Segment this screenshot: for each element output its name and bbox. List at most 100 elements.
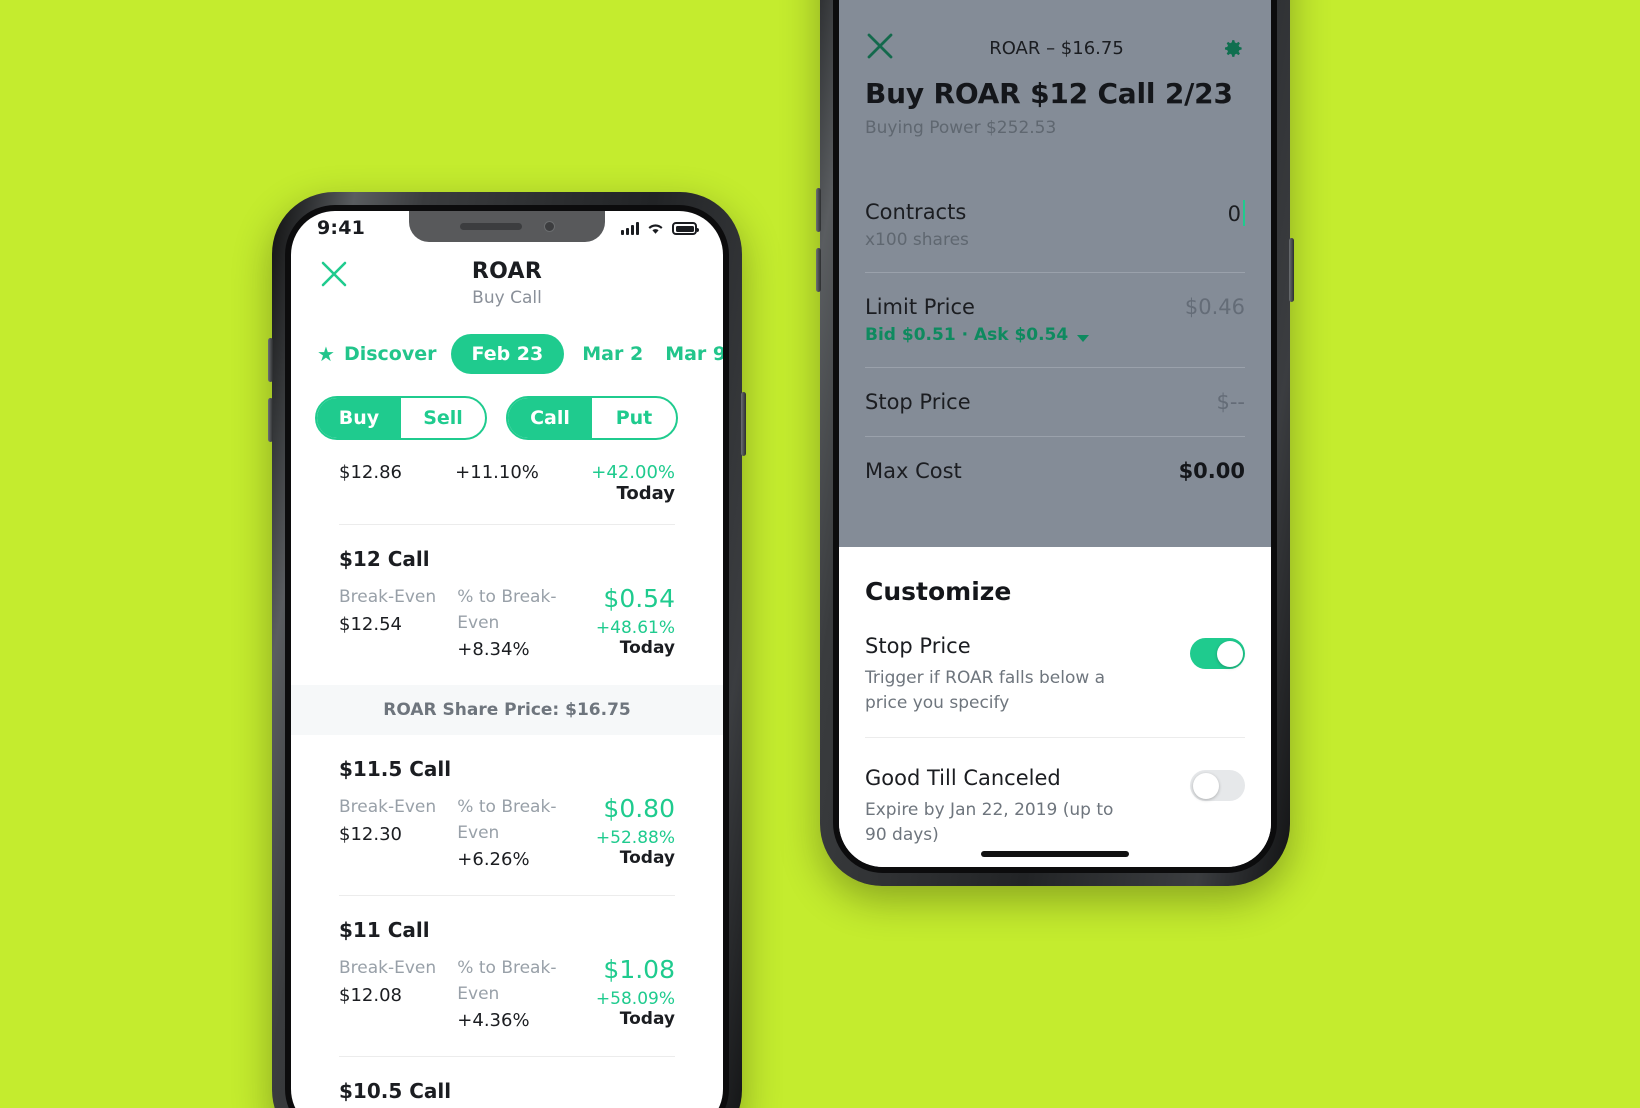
front-camera-icon [543, 221, 555, 232]
discover-tab[interactable]: ★ Discover [317, 343, 437, 365]
pct-to-break-even-label: % to Break-Even [457, 958, 557, 1004]
order-row-limit-price[interactable]: Limit Price Bid $0.51 · Ask $0.54 $0.46 [865, 273, 1245, 368]
date-tab-feb-23[interactable]: Feb 23 [450, 334, 565, 374]
option-today-pct: +48.61% [595, 617, 675, 638]
option-today: +58.09% Today [596, 989, 675, 1029]
break-even-value: $12.08 [339, 984, 402, 1006]
option-today-label: Today [619, 637, 675, 658]
pct-to-break-even-label: % to Break-Even [457, 587, 557, 633]
side-segmented-control: Buy Sell [315, 396, 487, 440]
right-phone: ROAR – $16.75 Buy ROAR $12 Call 2/23 Buy… [816, 0, 1294, 886]
gtc-toggle[interactable] [1190, 770, 1245, 802]
pct-to-break-even-value: +6.26% [457, 849, 530, 870]
option-today: +48.61% Today [596, 618, 675, 658]
option-row-11-5-call[interactable]: $11.5 Call Break-Even $12.30 % to Break-… [339, 735, 675, 896]
option-strike: $11 Call [339, 918, 430, 942]
page-title: ROAR [471, 259, 543, 284]
share-price-band: ROAR Share Price: $16.75 [291, 685, 723, 735]
volume-down-button[interactable] [816, 248, 821, 292]
bid-ask-label[interactable]: Bid $0.51 · Ask $0.54 [865, 325, 1090, 347]
limit-price-value[interactable]: $0.46 [1185, 295, 1245, 319]
expiration-date-tabs: ★ Discover Feb 23 Mar 2 Mar 9 [291, 308, 723, 374]
stop-price-value[interactable]: $-- [1216, 390, 1245, 414]
quote-today-pct: +42.00% [591, 462, 675, 483]
stop-price-toggle[interactable] [1190, 638, 1245, 669]
option-row-11-call[interactable]: $11 Call Break-Even $12.08 % to Break-Ev… [339, 896, 675, 1057]
wifi-icon [648, 224, 663, 234]
pct-to-break-even-value: +8.34% [457, 639, 530, 660]
right-top-bar: ROAR – $16.75 [839, 0, 1271, 77]
pct-to-break-even-label: % to Break-Even [457, 797, 557, 843]
contracts-label: Contracts [865, 200, 967, 224]
quote-price: $12.86 [339, 462, 402, 483]
cellular-bars-icon [621, 222, 639, 235]
earpiece-speaker [459, 223, 522, 230]
segment-put[interactable]: Put [592, 398, 676, 438]
contracts-value: 0 [1227, 202, 1241, 226]
customize-title: Customize [865, 577, 1012, 606]
option-today-pct: +52.88% [595, 827, 675, 848]
option-strike: $12 Call [339, 547, 430, 571]
customize-row-stop-price[interactable]: Stop Price Trigger if ROAR falls below a… [865, 606, 1245, 739]
right-screen: ROAR – $16.75 Buy ROAR $12 Call 2/23 Buy… [839, 0, 1271, 867]
home-indicator[interactable] [981, 851, 1129, 857]
segment-controls: Buy Sell Call Put [291, 374, 723, 440]
status-time: 9:41 [317, 217, 366, 239]
toggle-knob [1216, 640, 1243, 667]
order-row-stop-price[interactable]: Stop Price $-- [865, 368, 1245, 437]
order-row-contracts[interactable]: Contracts x100 shares 0 [865, 178, 1245, 273]
option-strike: $10.5 Call [339, 1079, 452, 1103]
stop-price-toggle-label: Stop Price [865, 634, 971, 658]
max-cost-label: Max Cost [865, 459, 962, 483]
buying-power-label: Buying Power $252.53 [865, 118, 1057, 138]
option-strike: $11.5 Call [339, 757, 452, 781]
segment-buy[interactable]: Buy [317, 398, 401, 438]
break-even-value: $12.54 [339, 613, 402, 635]
date-tab-mar-2[interactable]: Mar 2 [578, 334, 647, 374]
volume-down-button[interactable] [268, 398, 273, 442]
symbol-price-label: ROAR – $16.75 [989, 37, 1124, 59]
quote-today-label: Today [616, 483, 675, 504]
stop-price-label: Stop Price [865, 390, 971, 414]
quote-today: +42.00% Today [591, 462, 675, 504]
pct-to-break-even-value: +4.36% [457, 1010, 530, 1031]
option-row-10-5-call[interactable]: $10.5 Call Break-Even $11.94 % to Break-… [339, 1057, 675, 1108]
page-subtitle: Buy Call [472, 288, 542, 308]
volume-up-button[interactable] [816, 188, 821, 232]
max-cost-value: $0.00 [1178, 459, 1245, 483]
stop-price-toggle-desc: Trigger if ROAR falls below a price you … [865, 668, 1106, 713]
text-cursor [1243, 200, 1245, 226]
segment-sell[interactable]: Sell [401, 398, 485, 438]
break-even-label: Break-Even [339, 587, 437, 607]
option-today-pct: +58.09% [595, 988, 675, 1009]
volume-up-button[interactable] [268, 338, 273, 382]
order-title: Buy ROAR $12 Call 2/23 [865, 77, 1233, 110]
left-screen: 9:41 ROAR Buy Call ★ Discover Feb 23 Mar… [291, 211, 723, 1108]
contracts-input[interactable]: 0 [1228, 200, 1245, 226]
close-x-icon[interactable] [865, 31, 895, 65]
option-row-12-call[interactable]: $12 Call Break-Even $12.54 % to Break-Ev… [339, 525, 675, 685]
power-button[interactable] [1289, 238, 1294, 302]
option-today: +52.88% Today [596, 828, 675, 868]
star-icon: ★ [317, 342, 335, 366]
power-button[interactable] [741, 392, 746, 456]
order-row-max-cost: Max Cost $0.00 [865, 437, 1245, 505]
break-even-value: $12.30 [339, 823, 402, 845]
option-today-label: Today [619, 1008, 675, 1029]
option-price: $1.08 [603, 955, 675, 984]
battery-full-icon [672, 222, 699, 235]
bid-ask-text: Bid $0.51 · Ask $0.54 [865, 325, 1069, 345]
segment-call[interactable]: Call [508, 398, 592, 438]
gtc-toggle-label: Good Till Canceled [865, 766, 1061, 791]
customize-row-gtc[interactable]: Good Till Canceled Expire by Jan 22, 201… [865, 738, 1245, 867]
quote-summary-row: $12.86 +11.10% +42.00% Today [339, 440, 675, 525]
break-even-label: Break-Even [339, 958, 437, 978]
close-x-icon[interactable] [319, 259, 349, 289]
notch [409, 211, 605, 242]
date-tab-mar-9[interactable]: Mar 9 [661, 334, 723, 374]
chevron-down-icon[interactable] [1077, 327, 1090, 347]
gear-icon[interactable] [1218, 35, 1245, 62]
gtc-toggle-desc: Expire by Jan 22, 2019 (up to 90 days) [865, 800, 1114, 845]
option-price: $0.54 [603, 584, 675, 613]
toggle-knob [1192, 772, 1219, 799]
